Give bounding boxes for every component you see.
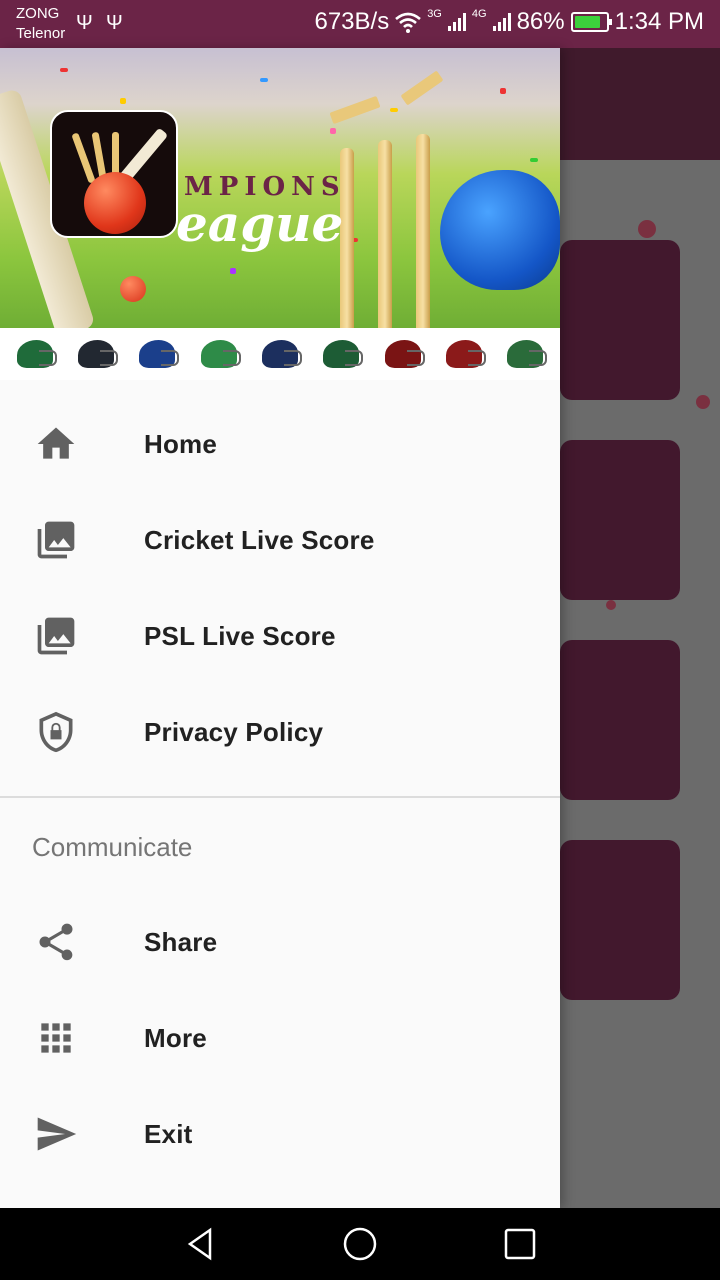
menu-item-label: PSL Live Score bbox=[144, 620, 336, 651]
app-logo bbox=[50, 110, 178, 238]
network-type-2: 4G bbox=[471, 8, 487, 20]
menu-item-label: Cricket Live Score bbox=[144, 524, 375, 555]
team-helmet-icon bbox=[323, 340, 364, 368]
menu-item-share[interactable]: Share bbox=[0, 894, 560, 990]
carrier-names: ZONG Telenor bbox=[16, 4, 65, 44]
battery-percent: 86% bbox=[516, 8, 565, 35]
section-title-communicate: Communicate bbox=[32, 832, 193, 862]
signal-icon bbox=[447, 13, 466, 31]
send-icon bbox=[32, 1110, 80, 1158]
network-speed: 673B/s bbox=[314, 8, 390, 35]
home-circle-icon bbox=[343, 1227, 377, 1261]
drawer-header-banner: MPIONS eague bbox=[0, 48, 560, 328]
photo-library-icon bbox=[32, 612, 80, 660]
navigation-drawer: MPIONS eague Home Cricket Live Score PSL… bbox=[0, 48, 560, 1208]
status-bar: ZONG Telenor Ψ Ψ 673B/s 3G 4G 86% 1:34 P… bbox=[0, 0, 720, 48]
usb-icon: Ψ bbox=[106, 12, 123, 34]
shield-lock-icon bbox=[32, 708, 80, 756]
ball-image bbox=[120, 276, 146, 302]
decorative-dot bbox=[638, 220, 656, 238]
decorative-dot bbox=[696, 395, 710, 409]
menu-item-home[interactable]: Home bbox=[0, 396, 560, 492]
menu-item-label: Privacy Policy bbox=[144, 716, 324, 747]
helmet-image bbox=[440, 170, 560, 290]
carrier-2: Telenor bbox=[16, 25, 66, 42]
menu-item-label: Exit bbox=[144, 1118, 193, 1149]
team-helmets-strip bbox=[0, 328, 560, 380]
wifi-icon bbox=[395, 12, 422, 33]
menu-item-exit[interactable]: Exit bbox=[0, 1086, 560, 1182]
back-button[interactable] bbox=[182, 1226, 218, 1262]
stump-image bbox=[416, 134, 430, 328]
network-type-1: 3G bbox=[427, 8, 442, 20]
menu-item-label: Share bbox=[144, 926, 218, 957]
clock: 1:34 PM bbox=[614, 8, 704, 35]
menu-item-privacy-policy[interactable]: Privacy Policy bbox=[0, 684, 560, 780]
recents-button[interactable] bbox=[502, 1226, 538, 1262]
team-helmet-icon bbox=[139, 340, 180, 368]
team-helmet-icon bbox=[445, 340, 486, 368]
team-helmet-icon bbox=[507, 340, 548, 368]
background-card bbox=[560, 840, 680, 1000]
menu-item-label: More bbox=[144, 1022, 207, 1053]
stump-image bbox=[378, 140, 392, 328]
back-triangle-icon bbox=[187, 1227, 212, 1261]
background-card bbox=[560, 440, 680, 600]
recents-square-icon bbox=[504, 1228, 536, 1260]
apps-grid-icon bbox=[32, 1014, 80, 1062]
background-card bbox=[560, 640, 680, 800]
team-helmet-icon bbox=[16, 340, 57, 368]
signal-icon bbox=[492, 13, 511, 31]
decorative-dot bbox=[606, 600, 616, 610]
menu-item-label: Home bbox=[144, 428, 218, 459]
team-helmet-icon bbox=[77, 340, 118, 368]
menu-item-psl-live-score[interactable]: PSL Live Score bbox=[0, 588, 560, 684]
system-nav-bar bbox=[0, 1208, 720, 1280]
menu-item-cricket-live-score[interactable]: Cricket Live Score bbox=[0, 492, 560, 588]
photo-library-icon bbox=[32, 516, 80, 564]
carrier-1: ZONG bbox=[16, 5, 60, 22]
usb-icon: Ψ bbox=[76, 12, 93, 34]
banner-subtitle: eague bbox=[176, 194, 344, 253]
battery-icon bbox=[570, 12, 612, 32]
share-icon bbox=[32, 918, 80, 966]
team-helmet-icon bbox=[200, 340, 241, 368]
home-icon bbox=[32, 420, 80, 468]
menu-divider bbox=[0, 796, 560, 798]
menu-item-more[interactable]: More bbox=[0, 990, 560, 1086]
home-nav-button[interactable] bbox=[342, 1226, 378, 1262]
background-card bbox=[560, 240, 680, 400]
team-helmet-icon bbox=[384, 340, 425, 368]
team-helmet-icon bbox=[261, 340, 302, 368]
